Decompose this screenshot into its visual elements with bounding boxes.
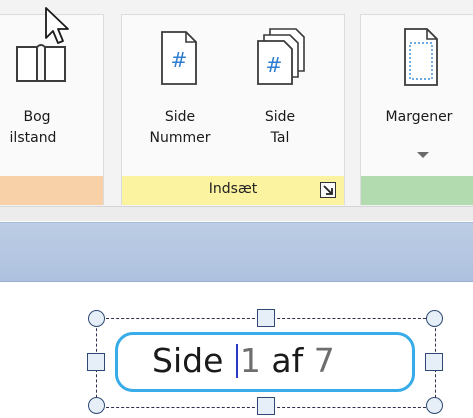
view-group-bar: [0, 176, 103, 205]
page-field-separator: af: [260, 341, 314, 380]
total-pages-number: 7: [313, 341, 335, 380]
resize-handle-top-right[interactable]: [426, 310, 443, 327]
page-count-button[interactable]: # Side Tal: [232, 15, 328, 173]
page-number-field[interactable]: Side 1 af 7: [115, 332, 415, 392]
svg-text:#: #: [171, 48, 188, 72]
resize-handle-middle-left[interactable]: [87, 353, 105, 371]
book-view-label-line2: ilstand: [9, 130, 57, 146]
page-number-icon: #: [161, 31, 197, 85]
ribbon: Bog ilstand # Side Nummer # Side Tal Ind…: [0, 0, 473, 206]
book-view-label-line1: Bog: [23, 109, 51, 125]
page-field-prefix: Side: [152, 341, 234, 380]
text-cursor: [235, 344, 238, 378]
margins-button[interactable]: Margener: [361, 15, 473, 173]
layout-group-bar: [361, 176, 473, 205]
page-number-label-line2: Nummer: [149, 130, 211, 146]
mouse-pointer-icon: [45, 7, 69, 44]
document-header-band: [0, 222, 473, 282]
current-page-number: 1: [239, 341, 261, 380]
dropdown-arrow-icon: [417, 152, 429, 158]
page-number-label-line1: Side: [164, 109, 196, 125]
ribbon-group-insert: # Side Nummer # Side Tal Indsæt: [121, 14, 345, 205]
dialog-launcher-icon[interactable]: [320, 182, 336, 198]
resize-handle-top-left[interactable]: [88, 310, 105, 327]
page-count-label-line1: Side: [264, 109, 296, 125]
svg-text:#: #: [266, 53, 283, 77]
insert-group-label: Indsæt: [208, 181, 258, 197]
ribbon-bottom-edge: [0, 206, 473, 221]
resize-handle-top-middle[interactable]: [257, 309, 275, 327]
resize-handle-middle-right[interactable]: [425, 353, 443, 371]
page-number-button[interactable]: # Side Nummer: [132, 15, 228, 173]
page-count-icon: #: [257, 28, 305, 85]
resize-handle-bottom-right[interactable]: [426, 397, 443, 414]
resize-handle-bottom-left[interactable]: [88, 397, 105, 414]
resize-handle-bottom-middle[interactable]: [257, 397, 275, 415]
margins-icon: [404, 28, 438, 86]
page-count-label-line2: Tal: [270, 130, 290, 146]
page-number-field-text[interactable]: Side 1 af 7: [152, 341, 335, 381]
ribbon-group-layout: Margener: [360, 14, 473, 205]
margins-label: Margener: [385, 109, 453, 125]
